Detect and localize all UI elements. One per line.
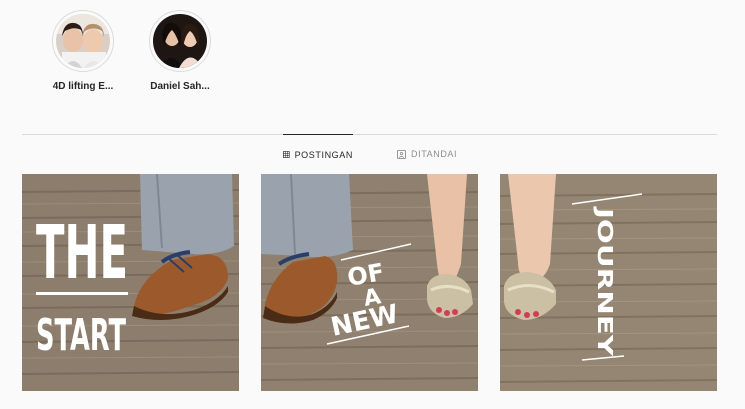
highlight-label: Daniel Sah... bbox=[150, 81, 210, 92]
highlight-label: 4D lifting E... bbox=[52, 81, 114, 92]
post-image: OF A NEW bbox=[261, 174, 478, 391]
post-thumbnail[interactable]: JOURNEY bbox=[500, 174, 717, 391]
post-grid: THE START OF A NEW JOURNEY bbox=[22, 174, 717, 391]
tab-tagged-label: DITANDAI bbox=[411, 149, 458, 159]
tagged-icon bbox=[397, 149, 406, 159]
tab-posts[interactable]: POSTINGAN bbox=[283, 134, 353, 174]
highlight-cover-image bbox=[153, 14, 207, 68]
highlight-ring bbox=[52, 10, 114, 72]
post-image: THE START bbox=[22, 174, 239, 391]
post-thumbnail[interactable]: OF A NEW bbox=[261, 174, 478, 391]
story-highlights: 4D lifting E... Daniel Sah... bbox=[0, 0, 745, 100]
tab-posts-label: POSTINGAN bbox=[294, 149, 353, 160]
profile-tabs: POSTINGAN DITANDAI bbox=[0, 134, 745, 174]
post-thumbnail[interactable]: THE START bbox=[22, 174, 239, 391]
tab-tagged[interactable]: DITANDAI bbox=[397, 134, 467, 174]
grid-icon bbox=[283, 151, 290, 158]
post-overlay-text: JOURNEY bbox=[593, 205, 617, 357]
highlight-cover-image bbox=[56, 14, 110, 68]
post-overlay-text: START bbox=[36, 310, 126, 361]
highlight-item[interactable]: Daniel Sah... bbox=[130, 10, 230, 92]
post-overlay-text: THE bbox=[36, 210, 128, 296]
highlight-ring bbox=[149, 10, 211, 72]
highlight-item[interactable]: 4D lifting E... bbox=[33, 10, 133, 92]
post-image: JOURNEY bbox=[500, 174, 717, 391]
